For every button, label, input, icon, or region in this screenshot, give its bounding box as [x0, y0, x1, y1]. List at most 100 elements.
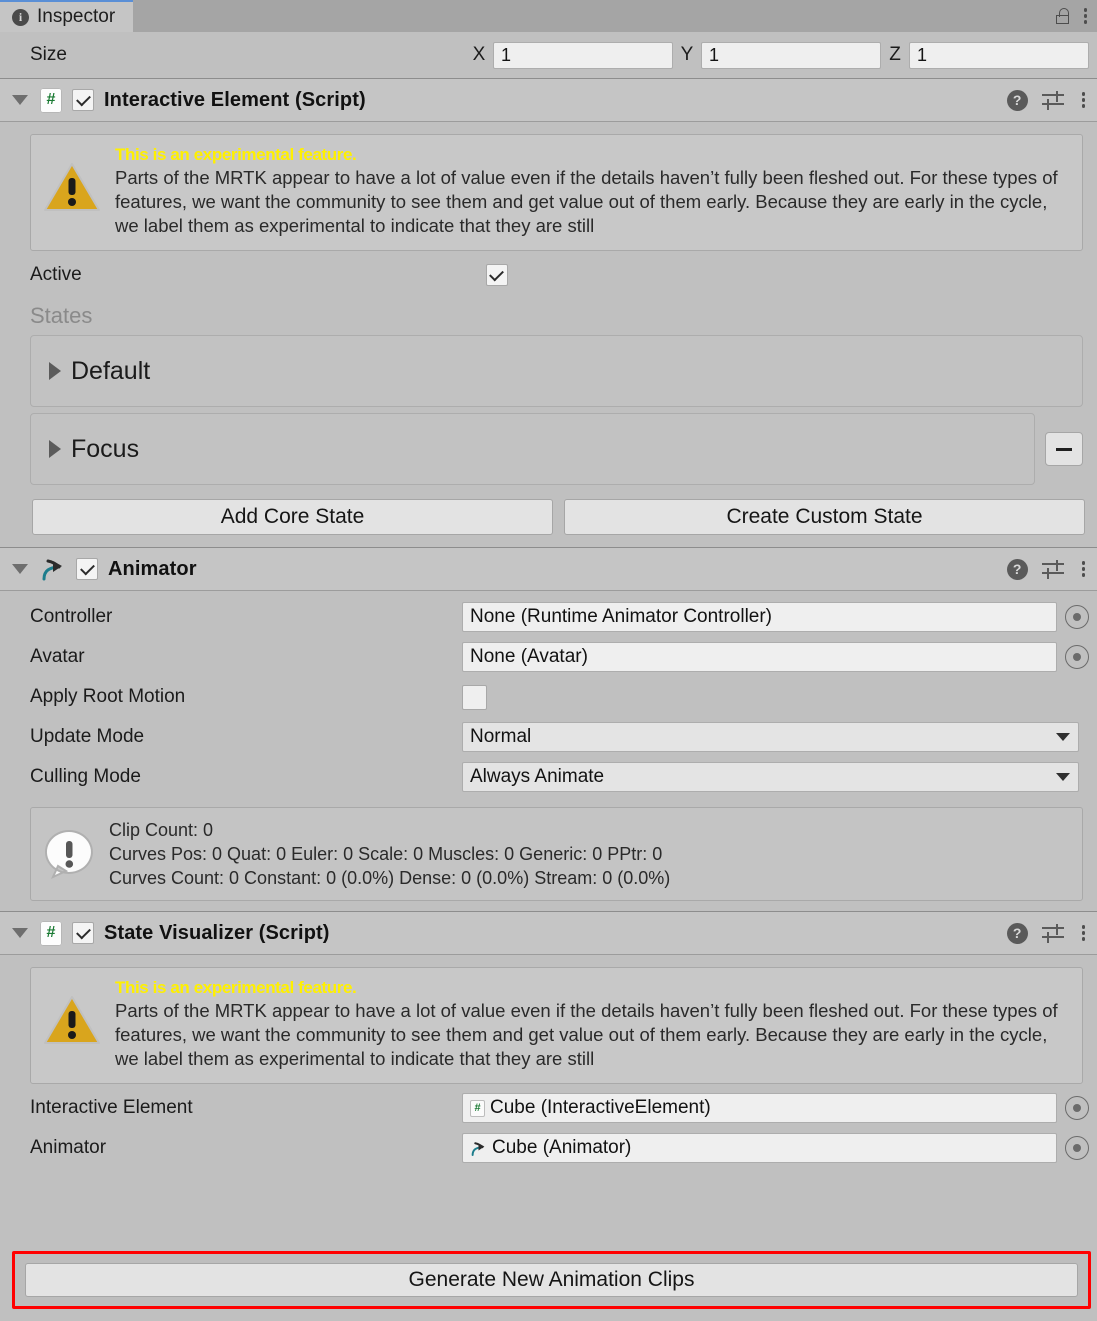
culling-mode-dropdown[interactable]: Always Animate — [462, 762, 1079, 792]
interactive-element-title: Interactive Element (Script) — [104, 88, 366, 111]
update-mode-dropdown[interactable]: Normal — [462, 722, 1079, 752]
info-icon: i — [12, 8, 29, 26]
state-item-default[interactable]: Default — [30, 335, 1083, 407]
animator-controller-label: Controller — [30, 606, 113, 627]
remove-state-button[interactable] — [1045, 432, 1083, 466]
sv-interactive-element-row: Interactive Element # Cube (InteractiveE… — [0, 1088, 1097, 1128]
animator-info-box: Clip Count: 0 Curves Pos: 0 Quat: 0 Eule… — [30, 807, 1083, 901]
update-mode-value: Normal — [470, 726, 532, 747]
animator-avatar-row: Avatar None (Avatar) — [0, 637, 1097, 677]
animator-icon — [42, 559, 62, 581]
axis-z-label: Z — [889, 44, 901, 65]
culling-mode-row: Culling Mode Always Animate — [0, 757, 1097, 797]
state-visualizer-enabled-checkbox[interactable] — [72, 922, 94, 944]
sv-animator-label: Animator — [30, 1137, 107, 1158]
help-icon[interactable]: ? — [1006, 89, 1028, 111]
sv-interactive-element-field[interactable]: # Cube (InteractiveElement) — [462, 1093, 1057, 1123]
warning-body: Parts of the MRTK appear to have a lot o… — [115, 1000, 1058, 1069]
csharp-script-icon: # — [40, 87, 62, 113]
size-x-input[interactable]: 1 — [493, 41, 673, 69]
sv-interactive-element-value: Cube (InteractiveElement) — [490, 1097, 711, 1118]
states-section-label: States — [30, 303, 93, 328]
size-y-input[interactable]: 1 — [701, 41, 881, 69]
object-picker-icon[interactable] — [1065, 645, 1089, 669]
sv-animator-field[interactable]: Cube (Animator) — [462, 1133, 1057, 1163]
object-picker-icon[interactable] — [1065, 1136, 1089, 1160]
lock-icon[interactable] — [1055, 8, 1070, 24]
chevron-right-icon[interactable] — [49, 440, 61, 458]
component-header-interactive-element[interactable]: # Interactive Element (Script) ? — [0, 78, 1097, 122]
inspector-tabbar: i Inspector — [0, 0, 1097, 32]
help-icon[interactable]: ? — [1006, 922, 1028, 944]
state-name-default: Default — [71, 356, 151, 385]
apply-root-motion-row: Apply Root Motion — [0, 677, 1097, 717]
object-picker-icon[interactable] — [1065, 1096, 1089, 1120]
state-item-focus[interactable]: Focus — [30, 413, 1035, 485]
size-y-group: Y 1 — [673, 41, 881, 69]
generate-new-animation-clips-button[interactable]: Generate New Animation Clips — [25, 1263, 1078, 1297]
state-visualizer-title: State Visualizer (Script) — [104, 921, 330, 944]
animator-enabled-checkbox[interactable] — [76, 558, 98, 580]
size-row: Size X 1 Y 1 Z 1 — [0, 32, 1097, 78]
size-z-group: Z 1 — [881, 41, 1089, 69]
active-row: Active — [0, 255, 1097, 295]
state-name-focus: Focus — [71, 434, 140, 463]
warning-body: Parts of the MRTK appear to have a lot o… — [115, 167, 1058, 236]
kebab-menu-icon[interactable] — [1078, 561, 1089, 577]
axis-y-label: Y — [680, 44, 694, 65]
kebab-menu-icon[interactable] — [1078, 925, 1089, 941]
animator-avatar-field[interactable]: None (Avatar) — [462, 642, 1057, 672]
warning-title: This is an experimental feature. — [115, 978, 357, 997]
warning-title: This is an experimental feature. — [115, 145, 357, 164]
apply-root-motion-checkbox[interactable] — [462, 684, 487, 710]
size-label: Size — [30, 44, 67, 65]
preset-icon[interactable] — [1041, 91, 1064, 110]
tabbar-actions — [1055, 0, 1097, 32]
animator-info-lines: Clip Count: 0 Curves Pos: 0 Quat: 0 Eule… — [109, 818, 670, 890]
foldout-triangle-icon[interactable] — [12, 564, 28, 574]
tab-inspector[interactable]: i Inspector — [0, 0, 134, 32]
experimental-warning-box-state-visualizer: This is an experimental feature. Parts o… — [30, 967, 1083, 1084]
animator-icon — [471, 1141, 485, 1156]
warning-text-block: This is an experimental feature. Parts o… — [115, 145, 1070, 238]
update-mode-label: Update Mode — [30, 726, 145, 747]
size-x-group: X 1 — [465, 41, 673, 69]
csharp-script-icon: # — [470, 1099, 485, 1117]
animator-controller-field[interactable]: None (Runtime Animator Controller) — [462, 602, 1057, 632]
foldout-triangle-icon[interactable] — [12, 928, 28, 938]
experimental-warning-box-interactive-element: This is an experimental feature. Parts o… — [30, 134, 1083, 251]
info-line-curves: Curves Pos: 0 Quat: 0 Euler: 0 Scale: 0 … — [109, 844, 663, 864]
update-mode-row: Update Mode Normal — [0, 717, 1097, 757]
active-label: Active — [30, 264, 82, 285]
chevron-right-icon[interactable] — [49, 362, 61, 380]
state-action-buttons: Add Core State Create Custom State — [0, 485, 1097, 547]
preset-icon[interactable] — [1041, 924, 1064, 943]
size-z-input[interactable]: 1 — [909, 41, 1089, 69]
kebab-menu-icon[interactable] — [1078, 92, 1089, 108]
tab-inspector-label: Inspector — [37, 6, 116, 27]
preset-icon[interactable] — [1041, 560, 1064, 579]
animator-controller-row: Controller None (Runtime Animator Contro… — [0, 597, 1097, 637]
inspector-window: i Inspector Size X 1 Y 1 Z 1 # Interacti… — [0, 0, 1097, 1321]
foldout-triangle-icon[interactable] — [12, 95, 28, 105]
animator-avatar-value: None (Avatar) — [470, 646, 588, 667]
object-picker-icon[interactable] — [1065, 605, 1089, 629]
state-list-default: Default — [0, 335, 1097, 407]
component-header-state-visualizer[interactable]: # State Visualizer (Script) ? — [0, 911, 1097, 955]
state-visualizer-header-icons: ? — [1006, 922, 1089, 944]
sv-animator-value: Cube (Animator) — [492, 1137, 632, 1158]
info-bubble-icon — [44, 830, 93, 880]
interactive-element-enabled-checkbox[interactable] — [72, 89, 94, 111]
info-line-curves-count: Curves Count: 0 Constant: 0 (0.0%) Dense… — [109, 868, 671, 888]
add-core-state-button[interactable]: Add Core State — [32, 499, 553, 535]
create-custom-state-button[interactable]: Create Custom State — [564, 499, 1085, 535]
chevron-down-icon — [1056, 733, 1070, 741]
animator-header-icons: ? — [1006, 558, 1089, 580]
component-header-animator[interactable]: Animator ? — [0, 547, 1097, 591]
active-checkbox[interactable] — [485, 264, 508, 286]
chevron-down-icon — [1056, 773, 1070, 781]
animator-title: Animator — [108, 557, 197, 580]
animator-avatar-label: Avatar — [30, 646, 85, 667]
kebab-menu-icon[interactable] — [1080, 8, 1091, 24]
help-icon[interactable]: ? — [1006, 558, 1028, 580]
